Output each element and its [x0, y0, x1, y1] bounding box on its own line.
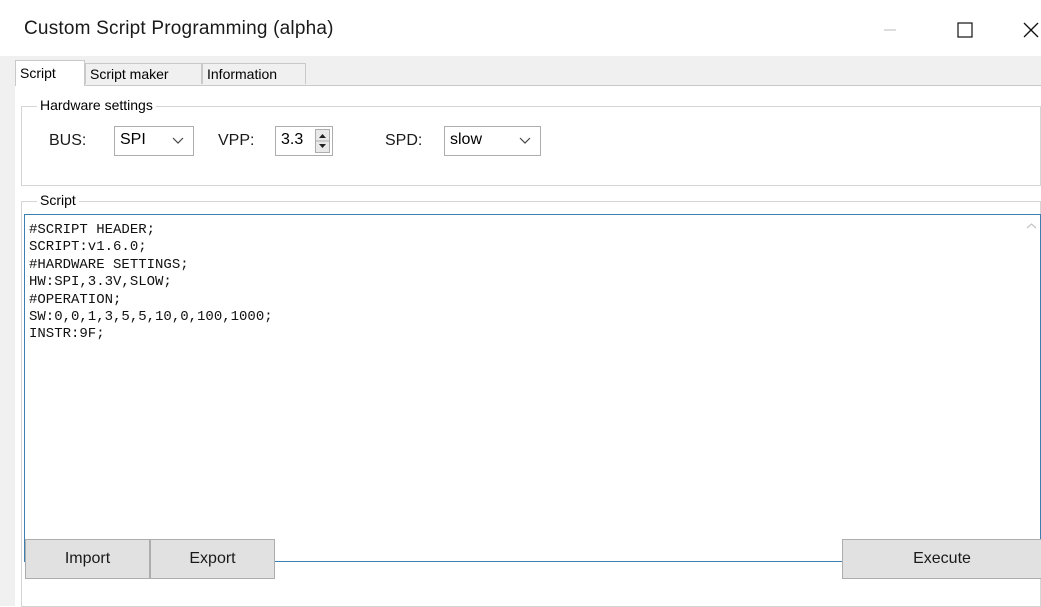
tab-script-maker[interactable]: Script maker — [85, 63, 202, 84]
vpp-stepper[interactable]: 3.3 — [275, 126, 333, 156]
window-title: Custom Script Programming (alpha) — [24, 18, 334, 39]
script-line: SCRIPT:v1.6.0; — [29, 239, 147, 256]
maximize-icon — [957, 22, 973, 38]
script-legend: Script — [37, 192, 79, 208]
export-button[interactable]: Export — [150, 539, 275, 579]
close-icon — [1023, 22, 1039, 38]
script-code: #SCRIPT HEADER; SCRIPT:v1.6.0; #HARDWARE S… — [29, 222, 273, 344]
execute-button[interactable]: Execute — [842, 539, 1041, 579]
script-line: INSTR:9F; — [29, 326, 105, 343]
spd-select[interactable]: slow — [444, 126, 541, 156]
spd-value: slow — [450, 131, 483, 148]
tab-page-script: Hardware settings BUS: SPI VPP: 3.3 SPD:… — [15, 85, 1041, 607]
chevron-down-icon — [172, 137, 184, 144]
vpp-spin-buttons[interactable] — [315, 129, 330, 153]
script-line: #SCRIPT HEADER; — [29, 222, 156, 238]
client-area: Script Script maker Information Hardware… — [0, 56, 1041, 607]
tab-script[interactable]: Script — [15, 60, 85, 86]
scroll-up-icon[interactable] — [1023, 219, 1040, 233]
script-line: HW:SPI,3.3V,SLOW; — [29, 274, 172, 291]
minimize-icon — [884, 29, 896, 31]
bus-value: SPI — [120, 131, 146, 148]
bus-label: BUS: — [49, 132, 87, 149]
hardware-settings-group: Hardware settings BUS: SPI VPP: 3.3 SPD:… — [21, 97, 1041, 186]
vpp-value: 3.3 — [281, 131, 304, 148]
script-line: #OPERATION; — [29, 291, 122, 308]
vpp-label: VPP: — [218, 132, 255, 149]
script-editor[interactable]: #SCRIPT HEADER; SCRIPT:v1.6.0; #HARDWARE S… — [24, 214, 1041, 562]
close-button[interactable] — [1017, 10, 1041, 50]
script-line: SW:0,0,1,3,5,5,10,0,100,1000; — [29, 309, 273, 326]
tab-information[interactable]: Information — [202, 63, 306, 84]
chevron-down-icon — [519, 137, 531, 144]
vertical-scrollbar[interactable] — [1023, 215, 1040, 561]
spd-label: SPD: — [385, 132, 423, 149]
hardware-settings-legend: Hardware settings — [37, 97, 156, 113]
title-bar: Custom Script Programming (alpha) — [0, 0, 1041, 56]
script-line: #HARDWARE SETTINGS; — [29, 256, 189, 273]
import-button[interactable]: Import — [25, 539, 150, 579]
up-down-arrows-icon — [316, 134, 329, 148]
minimize-button[interactable] — [870, 10, 910, 50]
maximize-button[interactable] — [945, 10, 985, 50]
bus-select[interactable]: SPI — [114, 126, 194, 156]
